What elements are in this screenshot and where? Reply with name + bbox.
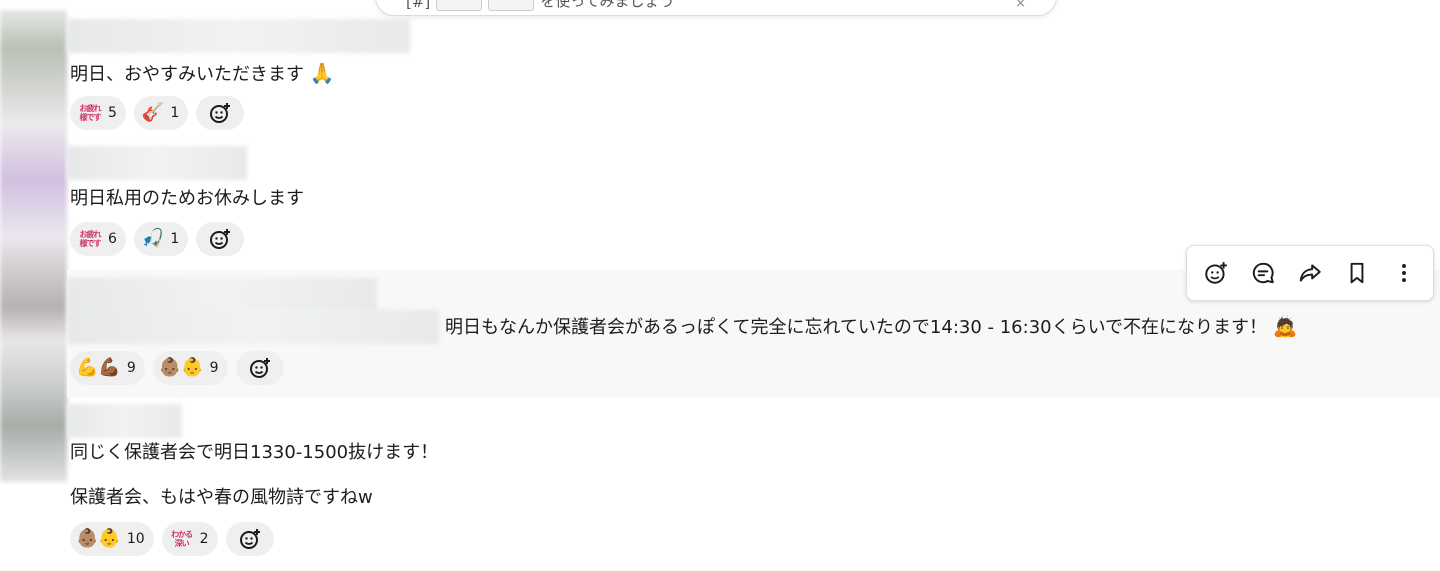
reaction-count: 5 — [108, 105, 117, 121]
tip-text-after: を使ってみましょう — [540, 0, 675, 10]
add-reaction-button[interactable] — [225, 522, 274, 556]
reply-in-thread-action[interactable] — [1245, 255, 1281, 291]
add-reaction-action[interactable] — [1198, 255, 1234, 291]
reaction-bar-3: 💪💪🏾 9 👶🏽👶 9 — [70, 351, 284, 385]
folded-hands-emoji: 🙏 — [309, 61, 335, 85]
reaction-baby[interactable]: 👶🏽👶 10 — [70, 522, 154, 556]
reaction-count: 1 — [170, 231, 180, 247]
keyboard-tip-banner: [#] を使ってみましょう × — [375, 0, 1057, 16]
tip-key-ctrl — [436, 0, 483, 11]
add-reaction-icon — [249, 358, 270, 378]
fishing-pole-icon: 🎣 — [141, 228, 165, 249]
reaction-count: 6 — [108, 231, 117, 247]
add-reaction-icon — [210, 103, 231, 123]
blurred-mention — [67, 310, 439, 344]
reaction-count: 9 — [126, 360, 136, 376]
add-reaction-icon — [239, 529, 260, 549]
blurred-sender-name — [67, 19, 410, 53]
reaction-bar-4: 👶🏽👶 10 わかる 深い 2 — [70, 522, 274, 556]
message-text: 明日もなんか保護者会があるっぽくて完全に忘れていたので14:30 - 16:30… — [445, 317, 1268, 338]
message-3: 明日もなんか保護者会があるっぽくて完全に忘れていたので14:30 - 16:30… — [445, 313, 1298, 341]
reaction-otsukare[interactable]: お疲れ 様です 5 — [70, 96, 126, 130]
message-4-line-1: 同じく保護者会で明日1330-1500抜けます！ — [70, 440, 438, 466]
message-4-line-2: 保護者会、もはや春の風物詩ですねw — [70, 485, 373, 511]
reaction-fishing[interactable]: 🎣 1 — [133, 222, 189, 256]
message-actions-toolbar — [1186, 245, 1434, 301]
add-reaction-button[interactable] — [196, 96, 245, 130]
share-action[interactable] — [1292, 255, 1328, 291]
tip-key-f — [488, 0, 535, 11]
blurred-avatars — [0, 10, 67, 482]
more-actions-icon — [1401, 264, 1406, 282]
message-2: 明日私用のためお休みします — [70, 186, 304, 212]
tip-text-before: [#] — [406, 0, 431, 11]
guitar-icon: 🎸 — [141, 102, 165, 123]
reaction-muscle[interactable]: 💪💪🏾 9 — [70, 351, 145, 385]
baby-icon: 👶🏽👶 — [158, 357, 204, 378]
reaction-otsukare[interactable]: お疲れ 様です 6 — [70, 222, 126, 256]
add-reaction-icon — [1205, 262, 1228, 284]
add-reaction-icon — [210, 229, 231, 249]
message-text: 同じく保護者会で明日1330-1500抜けます！ — [70, 442, 439, 463]
otsukare-stamp-icon: お疲れ 様です — [79, 230, 102, 248]
add-reaction-button[interactable] — [235, 351, 284, 385]
blurred-sender-name — [67, 278, 377, 312]
bookmark-icon — [1350, 262, 1364, 284]
otsukare-stamp-icon: お疲れ 様です — [79, 104, 102, 122]
save-for-later-action[interactable] — [1339, 255, 1375, 291]
message-text: 明日、おやすみいただきます — [70, 64, 304, 85]
message-1: 明日、おやすみいただきます 🙏 — [70, 60, 335, 88]
message-text: 明日私用のためお休みします — [70, 188, 304, 209]
blurred-sender-name — [67, 146, 247, 180]
tip-close-button[interactable]: × — [1015, 0, 1026, 11]
message-text: 保護者会、もはや春の風物詩ですねw — [70, 487, 373, 508]
reply-in-thread-icon — [1253, 262, 1274, 284]
wakaru-stamp-icon: わかる 深い — [171, 530, 193, 548]
blurred-sender-name — [67, 404, 182, 438]
reaction-count: 10 — [126, 531, 145, 547]
reaction-baby[interactable]: 👶🏽👶 9 — [152, 351, 228, 385]
reaction-count: 2 — [199, 531, 209, 547]
reaction-bar-2: お疲れ 様です 6 🎣 1 — [70, 222, 245, 256]
reaction-count: 1 — [170, 105, 180, 121]
baby-icon: 👶🏽👶 — [76, 528, 121, 549]
share-icon — [1299, 264, 1321, 282]
reaction-bar-1: お疲れ 様です 5 🎸 1 — [70, 96, 245, 130]
reaction-guitar[interactable]: 🎸 1 — [133, 96, 189, 130]
reaction-wakaru[interactable]: わかる 深い 2 — [161, 522, 218, 556]
bowing-person-emoji: 🙇 — [1272, 314, 1298, 338]
muscle-icon: 💪💪🏾 — [76, 357, 121, 378]
reaction-count: 9 — [209, 360, 219, 376]
add-reaction-button[interactable] — [196, 222, 245, 256]
more-actions-button[interactable] — [1386, 255, 1422, 291]
